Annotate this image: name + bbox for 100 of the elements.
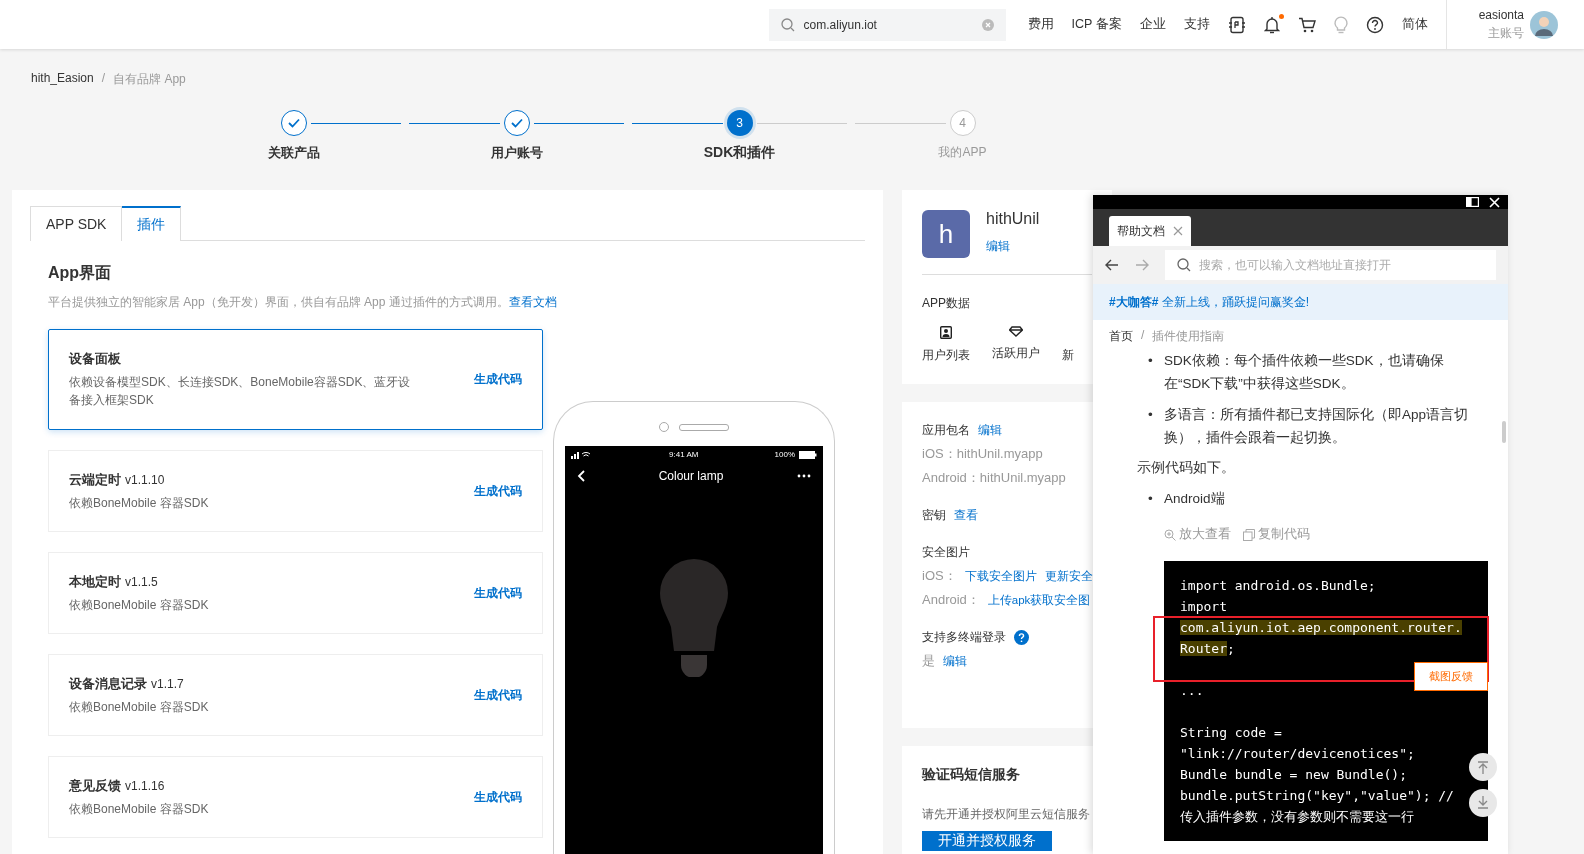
- screenshot-feedback-button[interactable]: 截图反馈: [1414, 662, 1488, 691]
- view-link[interactable]: 查看: [954, 507, 978, 524]
- plugin-version: v1.1.5: [125, 574, 158, 589]
- help-icon[interactable]: [1365, 15, 1384, 34]
- generate-code-link[interactable]: 生成代码: [474, 686, 522, 704]
- code-text: import: [1180, 599, 1227, 614]
- plugin-version: v1.1.10: [125, 472, 165, 487]
- tab[interactable]: APP SDK: [30, 206, 123, 241]
- user-name[interactable]: easionta: [1478, 7, 1524, 22]
- step-label: 关联产品: [267, 144, 320, 162]
- api-icon[interactable]: [1227, 15, 1246, 34]
- cart-icon[interactable]: [1297, 16, 1316, 33]
- plugin-name: 设备消息记录: [69, 674, 147, 693]
- screen-title: Colour lamp: [657, 469, 725, 483]
- plugin-name: 意见反馈: [69, 776, 121, 795]
- code-text: "link://router/devicenotices";: [1180, 746, 1415, 761]
- plugin-card[interactable]: 本地定时 v1.1.5 依赖BoneMobile 容器SDK 生成代码: [48, 552, 543, 634]
- check-icon: [510, 118, 523, 128]
- speaker-slot: [679, 423, 729, 431]
- data-link[interactable]: 活跃用户: [992, 345, 1040, 362]
- code-text: com.aliyun.iot.aep.component.router.: [1180, 620, 1462, 635]
- plugin-name: 设备面板: [69, 350, 121, 368]
- field-value: 是: [922, 652, 935, 670]
- bell-icon[interactable]: [1263, 15, 1280, 34]
- search-field[interactable]: com.aliyun.iot: [768, 8, 1006, 41]
- ios-package: iOS：hithUnil.myapp: [922, 445, 1044, 463]
- battery-level: 100%: [774, 450, 795, 459]
- card-title: 验证码短信服务: [922, 766, 1021, 784]
- field-label: 安全图片: [922, 544, 971, 561]
- dock-icon[interactable]: [1466, 197, 1479, 207]
- breadcrumb-link[interactable]: hith_Easion: [31, 71, 94, 88]
- bullet-text: 多语言：所有插件都已支持国际化（即App语言切换），插件会跟着一起切换。: [1164, 407, 1469, 445]
- breadcrumb-separator: /: [1141, 328, 1145, 344]
- edit-link[interactable]: 编辑: [986, 238, 1040, 255]
- nav-link[interactable]: ICP 备案: [1071, 16, 1122, 33]
- edit-link[interactable]: 编辑: [943, 652, 967, 670]
- code-text: String code =: [1180, 725, 1282, 740]
- nav-link[interactable]: 支持: [1183, 16, 1210, 33]
- plugin-description: 依赖BoneMobile 容器SDK: [69, 596, 210, 614]
- status-time: 9:41 AM: [668, 450, 700, 459]
- paragraph: 示例代码如下。: [1137, 459, 1236, 477]
- generate-code-link[interactable]: 生成代码: [474, 482, 522, 500]
- data-link[interactable]: 用户列表: [922, 347, 970, 364]
- signal-icon: [571, 450, 593, 459]
- plugin-card[interactable]: 意见反馈 v1.1.16 依赖BoneMobile 容器SDK 生成代码: [48, 756, 543, 838]
- nav-link[interactable]: 企业: [1139, 16, 1166, 33]
- code-text: ...: [1180, 683, 1204, 698]
- code-tool-link[interactable]: 复制代码: [1243, 526, 1310, 543]
- security-image-link[interactable]: 更新安全: [1044, 568, 1093, 584]
- doc-search-field[interactable]: 搜索，也可以输入文档地址直接打开: [1165, 250, 1496, 280]
- nav-link[interactable]: 费用: [1027, 16, 1054, 33]
- bullet-marker: •: [1148, 406, 1154, 424]
- scroll-bottom-icon[interactable]: [1469, 789, 1497, 817]
- edit-link[interactable]: 编辑: [978, 422, 1002, 439]
- step-label: SDK和插件: [703, 144, 776, 162]
- scroll-top-icon[interactable]: [1469, 753, 1497, 781]
- copy-icon: [1243, 528, 1255, 541]
- code-text: import android.os.Bundle;: [1180, 578, 1376, 593]
- security-image-link[interactable]: 下载安全图片: [964, 568, 1037, 584]
- plugin-description: 依赖BoneMobile 容器SDK: [69, 698, 210, 716]
- scrollbar-thumb[interactable]: [1502, 421, 1506, 443]
- code-tool-link[interactable]: 放大查看: [1164, 526, 1231, 543]
- step-label: 我的APP: [938, 144, 987, 161]
- upload-apk-link[interactable]: 上传apk获取安全图: [987, 592, 1091, 608]
- step-indicator: 4: [949, 110, 976, 136]
- step-label: 用户账号: [490, 144, 543, 162]
- plugin-name: 云端定时: [69, 470, 121, 489]
- generate-code-link[interactable]: 生成代码: [474, 584, 522, 602]
- tab[interactable]: 插件: [122, 206, 182, 241]
- app-data-title: APP数据: [922, 295, 971, 312]
- data-link[interactable]: 新: [1062, 347, 1074, 364]
- plugin-card[interactable]: 云端定时 v1.1.10 依赖BoneMobile 容器SDK 生成代码: [48, 450, 543, 532]
- plugin-name: 本地定时: [69, 572, 121, 591]
- field-label: 密钥: [922, 507, 946, 524]
- code-text: ;: [1226, 641, 1235, 656]
- section-description: 平台提供独立的智能家居 App（免开发）界面，供自有品牌 App 通过插件的方式调用。查看文档: [48, 294, 558, 311]
- contact-card-icon: [940, 326, 952, 339]
- platform-label: Android：: [922, 591, 980, 609]
- account-role: 主账号: [1488, 24, 1524, 42]
- breadcrumb-link[interactable]: 插件使用指南: [1152, 328, 1225, 345]
- breadcrumb-link[interactable]: 首页: [1109, 328, 1133, 345]
- generate-code-link[interactable]: 生成代码: [474, 371, 522, 388]
- help-tab[interactable]: 帮助文档: [1109, 216, 1191, 246]
- generate-code-link[interactable]: 生成代码: [474, 788, 522, 806]
- plugin-card[interactable]: 设备面板 依赖设备模型SDK、长连接SDK、BoneMobile容器SDK、蓝牙设备接入框架SDK 生成代码: [48, 329, 543, 430]
- language-link[interactable]: 简体: [1401, 16, 1428, 33]
- back-arrow-icon[interactable]: [1105, 259, 1119, 271]
- search-icon: [780, 17, 795, 32]
- authorize-button[interactable]: 开通并授权服务: [922, 831, 1052, 851]
- doc-link[interactable]: 查看文档: [508, 295, 557, 309]
- back-icon[interactable]: [577, 470, 585, 482]
- zoom-in-icon: [1164, 528, 1176, 541]
- plugin-version: v1.1.7: [151, 676, 184, 691]
- avatar-icon[interactable]: [1530, 10, 1558, 39]
- plugin-card[interactable]: 设备消息记录 v1.1.7 依赖BoneMobile 容器SDK 生成代码: [48, 654, 543, 736]
- platform-label: iOS：: [922, 567, 957, 585]
- more-icon[interactable]: [797, 474, 811, 478]
- app-name: hithUnil: [986, 210, 1040, 228]
- code-text: 传入插件参数，没有参数则不需要这一行: [1180, 809, 1414, 824]
- android-package: Android：hithUnil.myapp: [922, 469, 1067, 487]
